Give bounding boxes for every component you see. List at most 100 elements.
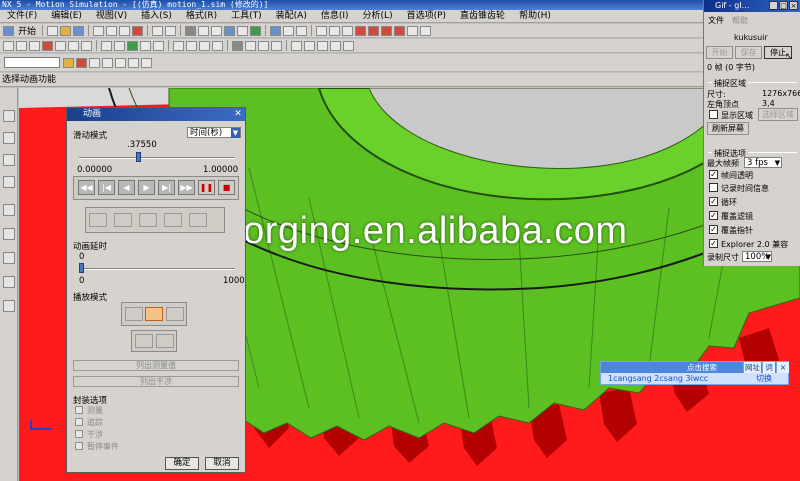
menu-insert[interactable]: 插入(S)	[134, 10, 179, 23]
reuse-icon[interactable]	[3, 300, 15, 312]
revolve-icon[interactable]	[42, 40, 53, 51]
snap-icon[interactable]	[76, 57, 87, 68]
navigator-icon[interactable]	[3, 110, 15, 122]
menu-bevel-gear[interactable]: 直齿锥齿轮	[453, 10, 512, 23]
filter-icon[interactable]	[139, 213, 157, 227]
film-icon[interactable]	[189, 213, 207, 227]
csys-icon[interactable]	[343, 40, 354, 51]
animation-dialog-titlebar[interactable]: 动画 ✕	[67, 108, 245, 121]
shaded-icon[interactable]	[237, 25, 249, 36]
time-slider-track[interactable]	[79, 157, 235, 159]
analysis-icon[interactable]	[245, 40, 256, 51]
gif-menu-help[interactable]: 帮助	[732, 15, 748, 26]
tab-word[interactable]: 词	[762, 362, 775, 373]
trim-icon[interactable]	[212, 40, 223, 51]
menu-edit[interactable]: 编辑(E)	[44, 10, 89, 23]
option-checkbox-3[interactable]: ✓	[709, 211, 718, 220]
curve-icon[interactable]	[128, 57, 139, 68]
close-icon[interactable]: ×	[776, 362, 789, 373]
export-frame-icon[interactable]	[114, 213, 132, 227]
grid-icon[interactable]	[89, 57, 100, 68]
reverse-direction-icon[interactable]	[156, 334, 174, 348]
copy-icon[interactable]	[106, 25, 118, 36]
sketch-icon[interactable]	[16, 40, 27, 51]
search-query[interactable]: 1cangsang 2csang 3iwcc	[608, 374, 708, 383]
line-icon[interactable]	[304, 40, 315, 51]
plane-icon[interactable]	[330, 40, 341, 51]
play-reverse-icon[interactable]: ◀	[118, 180, 135, 195]
link-icon[interactable]	[329, 25, 341, 36]
cancel-button[interactable]: 取消	[205, 457, 239, 470]
cut-icon[interactable]	[93, 25, 105, 36]
option-checkbox-5[interactable]: ✓	[709, 239, 718, 248]
web-icon[interactable]	[3, 204, 15, 216]
delete-icon[interactable]	[132, 25, 144, 36]
blend-icon[interactable]	[101, 40, 112, 51]
save-icon[interactable]	[73, 25, 85, 36]
record-icon[interactable]	[407, 25, 419, 36]
play-back-icon[interactable]	[355, 25, 367, 36]
mirror-icon[interactable]	[153, 40, 164, 51]
option-checkbox-4[interactable]: ✓	[709, 225, 718, 234]
delay-slider-thumb[interactable]	[79, 263, 84, 273]
layers-icon[interactable]	[3, 176, 15, 188]
new-file-icon[interactable]	[47, 25, 59, 36]
search-widget-title[interactable]: 点击搜索	[687, 362, 717, 373]
slide-mode-select[interactable]: 时间(秒) ▼	[187, 127, 241, 138]
time-slider-thumb[interactable]	[135, 152, 141, 162]
pad-icon[interactable]	[81, 40, 92, 51]
stop-icon[interactable]	[394, 25, 406, 36]
menu-preferences[interactable]: 首选项(P)	[400, 10, 453, 23]
arc-icon[interactable]	[317, 40, 328, 51]
pan-icon[interactable]	[211, 25, 223, 36]
camera-icon[interactable]	[164, 213, 182, 227]
redo-icon[interactable]	[165, 25, 177, 36]
stop-icon[interactable]: ■	[218, 180, 235, 195]
tab-url[interactable]: 网址	[743, 362, 761, 373]
ping-pong-icon[interactable]	[166, 307, 184, 321]
rewind-icon[interactable]: ◀◀	[78, 180, 95, 195]
history-icon[interactable]	[3, 154, 15, 166]
fit-icon[interactable]	[185, 25, 197, 36]
max-fps-select[interactable]: 3 fps ▼	[744, 157, 782, 168]
export-icon[interactable]	[420, 25, 432, 36]
system-icon[interactable]	[3, 276, 15, 288]
hole-icon[interactable]	[55, 40, 66, 51]
step-back-icon[interactable]: |◀	[98, 180, 115, 195]
gif-menu-file[interactable]: 文件	[708, 15, 724, 26]
gif-panel-titlebar[interactable]: Gif - gI... _ □ ×	[704, 0, 800, 12]
menu-view[interactable]: 视图(V)	[89, 10, 134, 23]
start-icon[interactable]	[3, 25, 14, 36]
unite-icon[interactable]	[173, 40, 184, 51]
filter-icon[interactable]	[63, 57, 74, 68]
refresh-screen-button[interactable]: 刷新屏幕	[707, 122, 749, 135]
menu-analysis[interactable]: 分析(L)	[356, 10, 400, 23]
close-icon[interactable]: ×	[789, 1, 798, 10]
option-checkbox-0[interactable]: ✓	[709, 170, 718, 179]
step-forward-icon[interactable]: ▶|	[158, 180, 175, 195]
fast-forward-icon[interactable]: ▶▶	[178, 180, 195, 195]
option-checkbox-2[interactable]: ✓	[709, 197, 718, 206]
open-folder-icon[interactable]	[60, 25, 72, 36]
paste-icon[interactable]	[119, 25, 131, 36]
maximize-icon[interactable]: □	[779, 1, 788, 10]
point-icon[interactable]	[291, 40, 302, 51]
intersect-icon[interactable]	[199, 40, 210, 51]
play-icon[interactable]	[368, 25, 380, 36]
record-size-select[interactable]: 100% ▼	[742, 251, 772, 262]
motion-icon[interactable]	[316, 25, 328, 36]
option-checkbox-1[interactable]	[709, 183, 718, 192]
loop-icon[interactable]	[145, 307, 163, 321]
wireframe-icon[interactable]	[250, 25, 262, 36]
trace-checkbox[interactable]	[75, 418, 83, 426]
menu-help[interactable]: 帮助(H)	[512, 10, 558, 23]
step-forward-icon[interactable]	[381, 25, 393, 36]
arrow-icon[interactable]	[115, 57, 126, 68]
rotate-icon[interactable]	[224, 25, 236, 36]
shell-icon[interactable]	[127, 40, 138, 51]
filter-select[interactable]	[4, 57, 60, 68]
boss-icon[interactable]	[68, 40, 79, 51]
select-icon[interactable]	[3, 40, 14, 51]
select-area-button[interactable]: 选择区域	[758, 108, 798, 121]
menu-tools[interactable]: 工具(T)	[224, 10, 269, 23]
